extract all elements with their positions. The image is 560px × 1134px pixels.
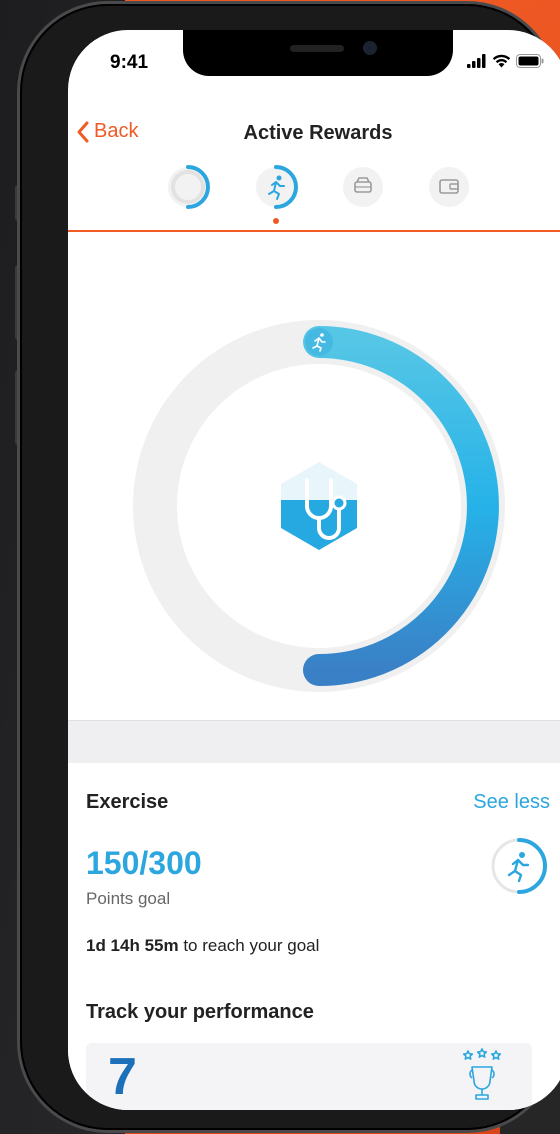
notch	[183, 30, 453, 76]
battery-icon	[516, 54, 544, 68]
running-icon	[491, 838, 547, 894]
progress-ring-icon	[168, 165, 210, 209]
stethoscope-icon	[281, 462, 357, 550]
exercise-card: Exercise See less 150/300 Points goal 1d…	[68, 763, 560, 1110]
signal-icon	[467, 54, 486, 68]
trophy-icon	[462, 1048, 502, 1100]
exercise-progress-ring	[488, 835, 550, 897]
header-divider	[68, 230, 560, 232]
speaker	[290, 45, 344, 52]
performance-value: 7	[108, 1048, 137, 1106]
status-icons	[467, 54, 544, 68]
navigation-bar: Back Active Rewards	[68, 108, 560, 160]
step-tab-progress[interactable]	[165, 164, 211, 210]
phone-frame: 9:41 Back Active Rewards Exercise See le…	[20, 4, 560, 1130]
wifi-icon	[492, 54, 511, 68]
wallet-icon	[429, 167, 469, 207]
progress-ring	[133, 320, 505, 692]
countdown-value: 1d 14h 55m	[86, 936, 179, 955]
app-screen: 9:41 Back Active Rewards Exercise See le…	[68, 30, 560, 1110]
countdown-text: 1d 14h 55m to reach your goal	[86, 936, 319, 956]
status-time: 9:41	[110, 52, 149, 73]
see-less-link[interactable]: See less	[473, 791, 550, 814]
performance-card[interactable]: 7	[86, 1043, 532, 1110]
step-tabs	[68, 164, 560, 230]
front-camera	[363, 41, 377, 55]
step-tab-exercise[interactable]	[253, 164, 299, 210]
countdown-suffix: to reach your goal	[178, 936, 320, 955]
step-tab-wallet[interactable]	[426, 164, 472, 210]
active-step-indicator	[273, 218, 279, 224]
running-icon	[256, 165, 298, 209]
points-goal-label: Points goal	[86, 889, 171, 908]
exercise-title: Exercise	[86, 791, 169, 813]
points-value: 150/300	[86, 845, 202, 881]
page-title: Active Rewards	[243, 122, 393, 144]
step-tab-car[interactable]	[340, 164, 386, 210]
running-icon	[305, 328, 333, 356]
car-icon	[343, 167, 383, 207]
track-performance-title: Track your performance	[86, 1001, 314, 1023]
section-separator	[68, 720, 560, 764]
